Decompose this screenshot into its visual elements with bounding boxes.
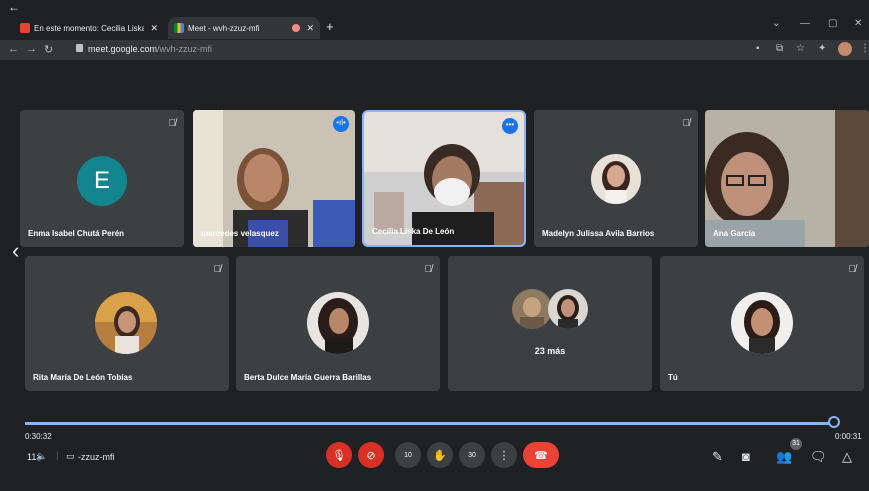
pen-icon[interactable]: ✎ (712, 449, 723, 465)
captions-button[interactable]: 10 (395, 442, 421, 468)
raise-hand-button[interactable]: ✋ (427, 442, 453, 468)
mic-off-icon: 🎙̸ (168, 118, 177, 129)
elapsed-time: 0:30:32 (25, 432, 52, 441)
participant-video (193, 110, 355, 247)
avatar (512, 289, 552, 329)
url-path: /wvh-zzuz-mfi (157, 44, 213, 54)
screen-record-icon[interactable]: ◙ (742, 449, 750, 464)
avatar: E (77, 156, 127, 206)
share-icon[interactable]: ⧉ (776, 43, 783, 54)
gmail-icon (20, 23, 30, 33)
meeting-code: -zzuz-mfi (78, 452, 115, 462)
participant-name: Tú (668, 373, 678, 382)
present-button[interactable]: 30 (459, 442, 485, 468)
extensions-icon[interactable]: ✦ (818, 43, 826, 54)
camera-icon[interactable]: ▪ (756, 43, 760, 54)
close-window-icon[interactable]: ✕ (854, 18, 862, 29)
participant-name: Madelyn Julissa Avila Barrios (542, 229, 655, 238)
tab-search-icon[interactable]: ⌄ (772, 18, 780, 29)
activities-icon[interactable]: △ (842, 449, 852, 465)
close-tab-icon[interactable]: ✕ (306, 23, 314, 34)
avatar (591, 154, 641, 204)
mic-off-icon: 🎙̸ (682, 118, 691, 129)
mic-off-icon: 🎙̸ (213, 264, 222, 275)
participant-name: Ana García (713, 229, 756, 238)
back-arrow-icon[interactable]: ← (8, 0, 20, 14)
avatar (548, 289, 588, 329)
participant-name: Cecilia Liska De León (372, 227, 455, 236)
more-participants-tile[interactable]: 23 más (448, 256, 652, 391)
participant-tile[interactable]: 🎙̸ Berta Dulce María Guerra Barillas (236, 256, 440, 391)
volume-icon[interactable]: 🔈 (36, 451, 47, 462)
previous-page-chevron-icon[interactable]: ‹ (12, 238, 19, 264)
speaking-indicator-icon: •ıl• (333, 116, 349, 132)
recording-icon (292, 24, 301, 32)
back-icon[interactable]: ← (8, 43, 19, 55)
participant-name: Rita María De León Tobías (33, 373, 133, 382)
participant-name: Berta Dulce María Guerra Barillas (244, 373, 372, 382)
end-call-button[interactable]: ☎ (523, 442, 559, 468)
participant-tile-video[interactable]: ••• Cecilia Liska De León (362, 110, 526, 247)
profile-avatar[interactable] (838, 42, 852, 56)
mic-off-icon: 🎙̸ (424, 264, 433, 275)
participant-tile[interactable]: 🎙̸ Rita María De León Tobías (25, 256, 229, 391)
more-options-icon[interactable]: ••• (502, 118, 518, 134)
more-options-button[interactable]: ⋮ (491, 442, 517, 468)
reload-icon[interactable]: ↻ (44, 43, 53, 56)
tab-title: En este momento: Cecilia Liska D (34, 23, 145, 33)
mic-off-button[interactable]: 🎙 (326, 442, 352, 468)
participant-video (364, 112, 524, 245)
star-icon[interactable]: ☆ (796, 43, 805, 54)
remaining-time: 0:00:31 (835, 432, 862, 441)
people-icon[interactable]: 👥 (776, 449, 792, 465)
avatar (731, 292, 793, 354)
tab-title: Meet - wvh-zzuz-mfi (188, 23, 260, 33)
tab-gmail[interactable]: En este momento: Cecilia Liska D ✕ (14, 17, 164, 39)
divider: | (56, 450, 59, 460)
forward-icon[interactable]: → (26, 43, 37, 55)
participant-name: mercedes velasquez (201, 229, 279, 238)
meet-icon (174, 23, 184, 33)
mic-off-icon: 🎙̸ (848, 264, 857, 275)
lock-icon (76, 44, 83, 52)
participant-tile-video[interactable]: Ana García (705, 110, 869, 247)
participant-tile-video[interactable]: •ıl• mercedes velasquez (193, 110, 355, 247)
participant-name: Enma Isabel Chutá Perén (28, 229, 125, 238)
participant-video (705, 110, 869, 247)
close-tab-icon[interactable]: ✕ (150, 23, 158, 34)
participant-tile[interactable]: 🎙̸ Madelyn Julissa Avila Barrios (534, 110, 698, 247)
tab-meet[interactable]: Meet - wvh-zzuz-mfi ✕ (168, 17, 320, 39)
playback-scrubber[interactable] (827, 416, 840, 428)
chat-bubble-icon[interactable]: 🗨 (810, 449, 827, 465)
url-field[interactable]: meet.google.com/wvh-zzuz-mfi (88, 44, 212, 54)
more-participants-count: 23 más (534, 346, 566, 356)
maximize-icon[interactable]: ▢ (828, 18, 837, 29)
playback-progress-bar[interactable] (25, 422, 834, 425)
avatar (95, 292, 157, 354)
captions-label: 10 (404, 451, 412, 459)
new-tab-button[interactable]: + (326, 19, 334, 34)
camera-off-button[interactable]: ⊘ (358, 442, 384, 468)
minimize-icon[interactable]: — (800, 18, 810, 29)
url-host: meet.google.com (88, 44, 158, 54)
menu-icon[interactable]: ⋮ (860, 43, 869, 54)
avatar (307, 292, 369, 354)
present-label: 30 (468, 451, 476, 459)
participant-tile[interactable]: 🎙̸ E Enma Isabel Chutá Perén (20, 110, 184, 247)
chat-icon[interactable]: ▭ (66, 451, 75, 462)
self-tile[interactable]: 🎙̸ Tú (660, 256, 864, 391)
